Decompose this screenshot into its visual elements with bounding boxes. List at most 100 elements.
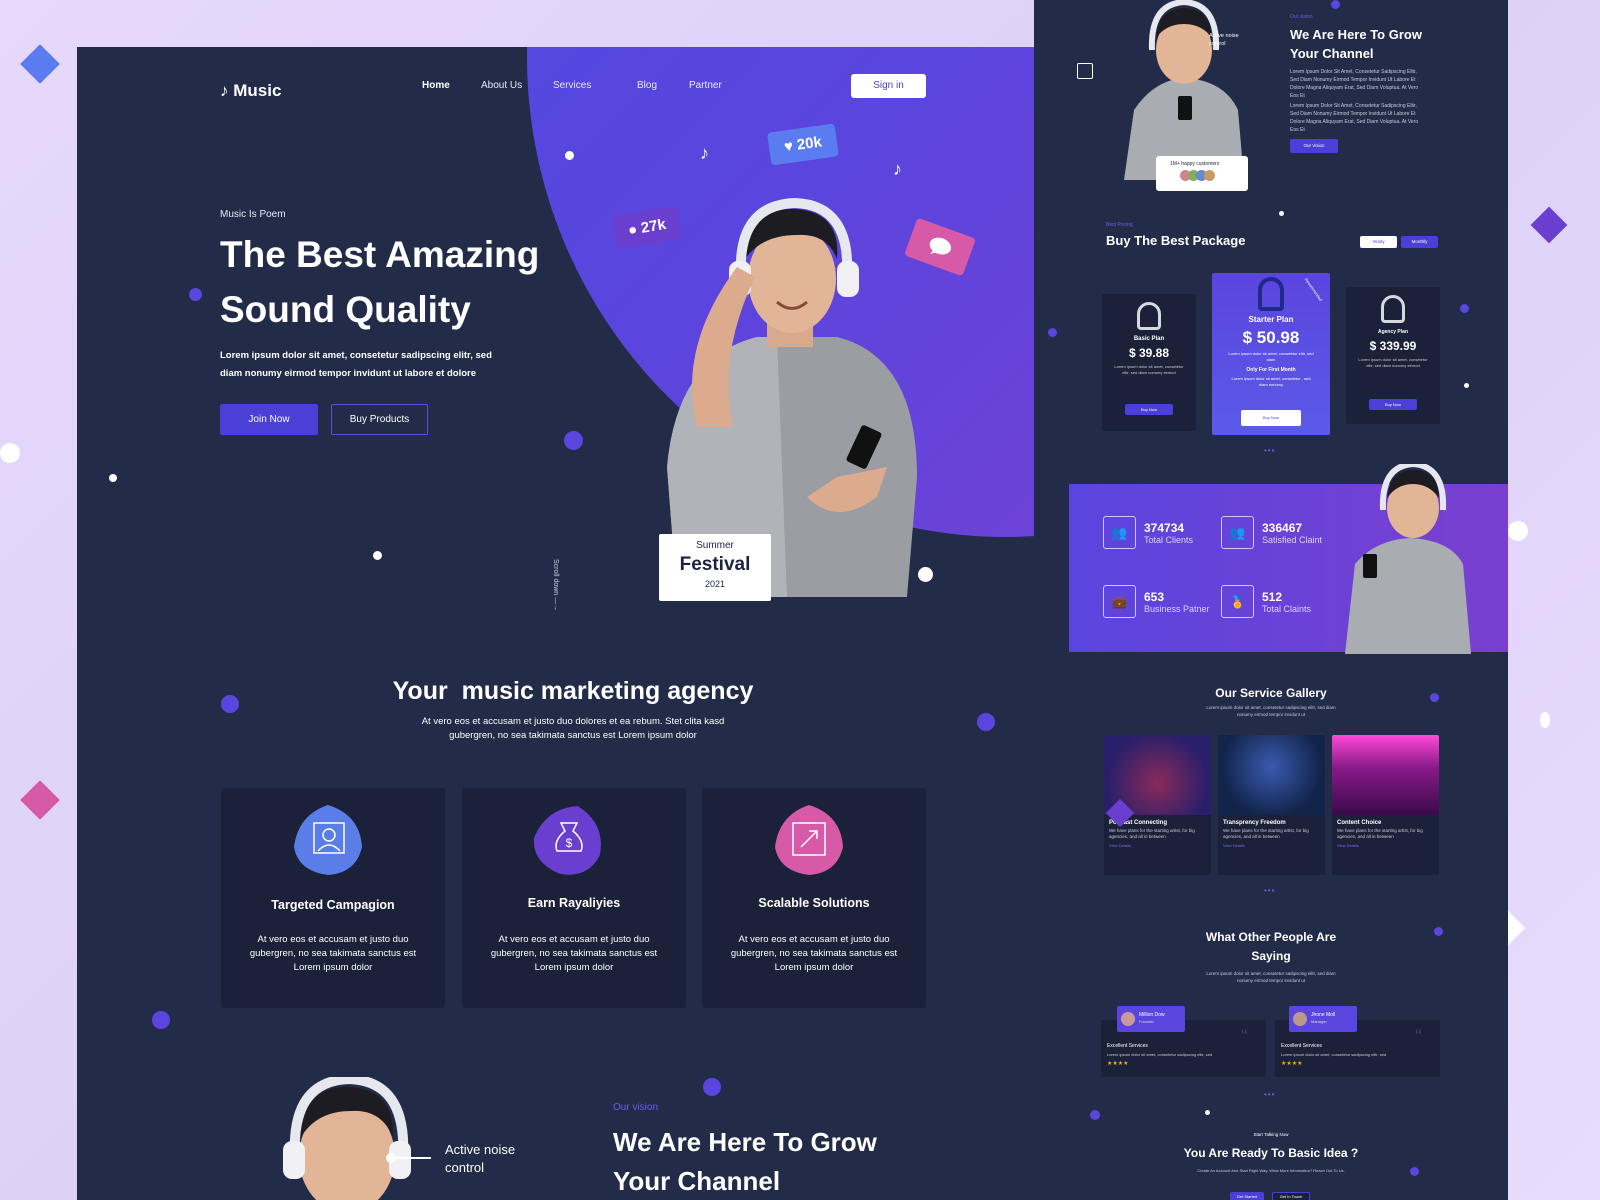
service-card[interactable]: Scalable Solutions At vero eos et accusa… <box>702 788 926 1008</box>
decor-dot <box>1279 211 1284 216</box>
plan-card-agency[interactable]: Agency Plan $ 339.99 Lorem ipsum dolor s… <box>1346 287 1440 424</box>
vision-paragraph: Lorem Ipsum Dolor Sit Amet, Consetetur S… <box>1290 69 1419 99</box>
testimonial-author: Million Dow Founder <box>1117 1006 1185 1032</box>
stat-label: Total Clients <box>1144 534 1194 545</box>
gallery-card[interactable]: Transprency Freedom We have plans for th… <box>1218 735 1325 875</box>
scroll-label: Scroll down <box>552 559 559 596</box>
vision-eyebrow: Our vision <box>1290 14 1313 20</box>
decor-dot <box>1464 383 1469 388</box>
buy-now-button[interactable]: Buy Now <box>1241 410 1301 426</box>
award-icon: 🏅 <box>1221 585 1254 618</box>
rating-stars: ★★★★ <box>1107 1061 1129 1067</box>
author-role: Founder <box>1139 1019 1154 1024</box>
festival-title: Festival <box>679 554 751 575</box>
users-icon: 👥 <box>1221 516 1254 549</box>
testimonials-subtitle: Lorem ipsum dolor sit amet, consetetur s… <box>1206 971 1336 983</box>
logo[interactable]: ♪ Music <box>220 81 281 101</box>
plan-desc: Lorem ipsum dolor sit amet, consetetur e… <box>1358 357 1428 368</box>
testimonial-heading: Excellent Services <box>1107 1043 1148 1049</box>
service-card[interactable]: Targeted Campagion At vero eos et accusa… <box>221 788 445 1008</box>
plan-desc: Lorem ipsum dolor sit amet, consetetur e… <box>1228 351 1314 362</box>
decor-dot <box>152 1011 170 1029</box>
quote-icon: “ <box>1415 1026 1422 1048</box>
buy-now-button[interactable]: Buy Now <box>1369 399 1417 410</box>
nav-about[interactable]: About Us <box>481 80 522 91</box>
view-details-link[interactable]: View Details <box>1332 840 1439 851</box>
join-now-button[interactable]: Join Now <box>220 404 318 435</box>
vision-person-illustration <box>283 1077 411 1200</box>
testimonial-text: Lorem ipsum dolor sit amet, consetetur s… <box>1281 1052 1387 1057</box>
cta-subtitle: Create An Account And Start Right Way, W… <box>1197 1168 1345 1173</box>
plan-price: $ 39.88 <box>1128 346 1170 360</box>
view-details-link[interactable]: View Details <box>1104 840 1211 851</box>
plan-card-starter[interactable]: Starter Plan $ 50.98 Lorem ipsum dolor s… <box>1212 273 1330 435</box>
nav-blog[interactable]: Blog <box>637 80 657 91</box>
our-vision-button[interactable]: Our Vision <box>1290 139 1338 153</box>
hero-title-line2: Sound Quality <box>220 289 471 330</box>
customer-avatars <box>1156 167 1248 181</box>
stat-total-clients: 👥 374734 Total Clients <box>1103 516 1193 549</box>
vision-title: We Are Here To Grow Your Channel <box>1290 27 1422 61</box>
gallery-card-desc: We have plans for the starting artist, f… <box>1223 828 1309 839</box>
plan-desc: Lorem ipsum dolor sit amet, consetetur ,… <box>1231 376 1311 387</box>
happy-customers-label: 1M+ happy customers <box>1170 161 1220 167</box>
get-started-button[interactable]: Get Started <box>1230 1192 1264 1200</box>
plan-desc: Lorem ipsum dolor sit amet, consetetur e… <box>1114 364 1184 375</box>
stat-business-partner: 💼 653 Business Patner <box>1103 585 1210 618</box>
vision-person-illustration <box>1124 0 1244 180</box>
carousel-dots[interactable]: ••• <box>1264 446 1275 455</box>
stat-label: Total Claints <box>1262 603 1312 614</box>
vision-title: We Are Here To Grow Your Channel <box>613 1127 877 1196</box>
decor-dot <box>1430 693 1439 702</box>
nav-home[interactable]: Home <box>422 80 450 91</box>
hero-title-line1: The Best Amazing <box>220 234 540 275</box>
decor-dot <box>109 474 117 482</box>
plan-name: Starter Plan <box>1248 315 1294 324</box>
festival-card: Summer Festival 2021 <box>659 534 771 601</box>
anc-label: Active noise control <box>1209 33 1239 47</box>
nav-partner[interactable]: Partner <box>689 80 722 91</box>
decor-diamond-blue <box>20 44 60 84</box>
service-card[interactable]: $ Earn Rayaliyies At vero eos et accusam… <box>462 788 686 1008</box>
stats-person-illustration <box>1345 464 1471 654</box>
decor-dot <box>189 288 202 301</box>
plan-card-basic[interactable]: Basic Plan $ 39.88 Lorem ipsum dolor sit… <box>1102 294 1196 431</box>
briefcase-icon: 💼 <box>1103 585 1136 618</box>
signin-button[interactable]: Sign in <box>851 74 926 98</box>
stat-satisfied: 👥 336467 Satisfied Claint <box>1221 516 1322 549</box>
nav-services[interactable]: Services <box>553 80 591 91</box>
landing-page-preview: Active noise control 1M+ happy customers… <box>1034 0 1508 1200</box>
decor-dot <box>1508 521 1528 541</box>
toggle-monthly[interactable]: Monthly <box>1401 236 1438 248</box>
toggle-yearly[interactable]: Yearly <box>1360 236 1397 248</box>
decor-dot <box>564 431 583 450</box>
buy-now-button[interactable]: Buy Now <box>1125 404 1173 415</box>
carousel-dots[interactable]: ••• <box>1264 886 1275 895</box>
plan-name: Agency Plan <box>1377 329 1408 335</box>
decor-dot <box>1205 1110 1210 1115</box>
svg-text:$: $ <box>566 836 573 850</box>
recommended-ribbon: Recommended <box>1303 276 1324 303</box>
get-in-touch-button[interactable]: Get In Touch <box>1272 1192 1310 1200</box>
gallery-card-title: Content Choice <box>1337 820 1382 826</box>
testimonial-card: Million Dow Founder “ Excellent Services… <box>1101 1006 1266 1077</box>
gallery-subtitle: Lorem ipsum dolor sit amet, consetetur s… <box>1206 705 1336 717</box>
avatar <box>1204 170 1215 181</box>
expand-icon[interactable] <box>1077 63 1093 79</box>
testimonial-author: Jhone Moll Manager <box>1289 1006 1357 1032</box>
gallery-image <box>1218 735 1325 815</box>
decor-dot <box>0 443 20 463</box>
decor-dot <box>1090 1110 1100 1120</box>
users-icon: 👥 <box>1103 516 1136 549</box>
scroll-down-indicator[interactable]: Scroll down —→ <box>552 559 559 611</box>
testimonial-heading: Excellent Services <box>1281 1043 1322 1049</box>
testimonial-text: Lorem ipsum dolor sit amet, consetetur s… <box>1107 1052 1213 1057</box>
gallery-card[interactable]: Content Choice We have plans for the sta… <box>1332 735 1439 875</box>
avatar <box>1121 1012 1135 1026</box>
buy-products-button[interactable]: Buy Products <box>331 404 428 435</box>
agency-title: Your music marketing agency <box>392 677 754 705</box>
carousel-dots[interactable]: ••• <box>1264 1090 1275 1099</box>
service-card-text: At vero eos et accusam et justo duo gube… <box>730 934 898 973</box>
gallery-image <box>1332 735 1439 815</box>
view-details-link[interactable]: View Details <box>1218 840 1325 851</box>
